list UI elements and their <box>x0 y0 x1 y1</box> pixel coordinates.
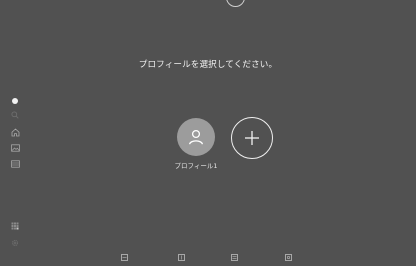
settings-icon[interactable] <box>8 237 22 249</box>
profile-card[interactable]: プロフィール1 <box>170 118 222 170</box>
bottom-icon-1[interactable] <box>121 254 128 261</box>
profile-avatar[interactable] <box>177 118 215 156</box>
image-icon[interactable] <box>8 142 22 154</box>
add-profile-button[interactable] <box>231 117 273 159</box>
film-icon[interactable] <box>8 158 22 170</box>
user-icon <box>188 129 204 145</box>
bottom-icon-3[interactable] <box>231 254 238 261</box>
bottom-icon-2[interactable] <box>178 254 185 261</box>
profile-name: プロフィール1 <box>174 162 218 170</box>
search-icon[interactable] <box>8 109 22 121</box>
home-icon[interactable] <box>8 126 22 138</box>
page-title: プロフィールを選択してください。 <box>138 60 278 70</box>
plus-icon <box>245 131 259 145</box>
grid-icon[interactable] <box>8 220 22 232</box>
bottom-icon-4[interactable] <box>285 254 292 261</box>
top-circle-icon <box>226 0 245 7</box>
status-dot-icon <box>8 95 22 107</box>
